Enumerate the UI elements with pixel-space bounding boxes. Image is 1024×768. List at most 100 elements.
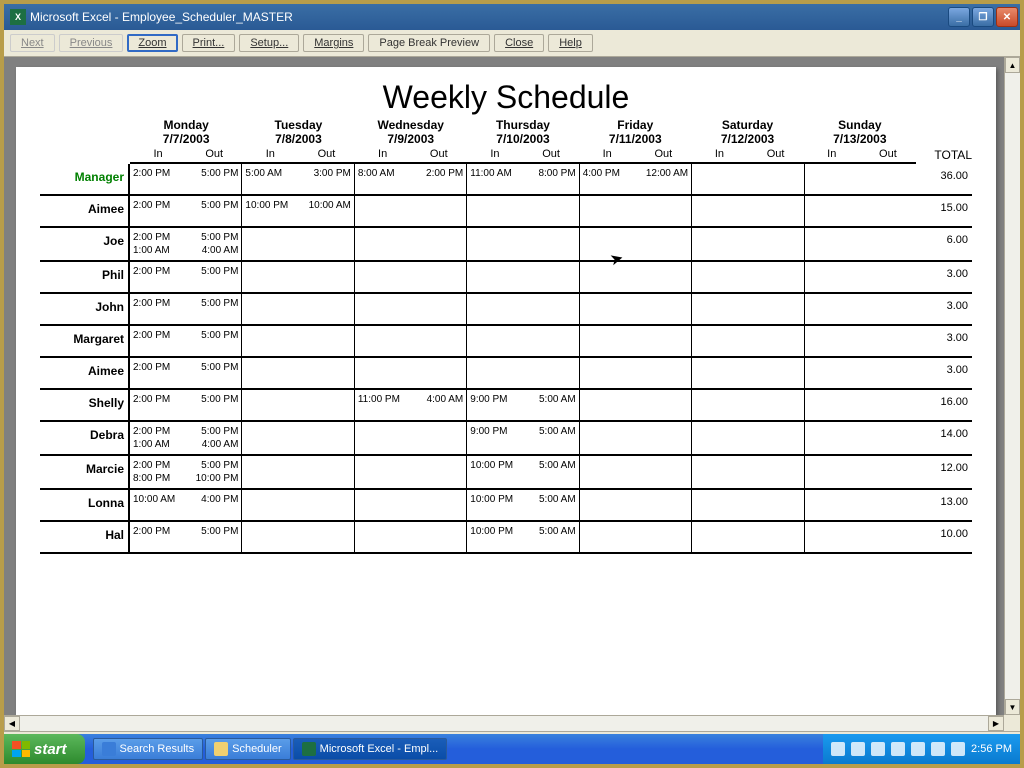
schedule-cell: [580, 196, 692, 226]
taskbar-item-label: Scheduler: [232, 743, 282, 755]
in-out-header: InOut: [467, 146, 579, 162]
schedule-cell: [242, 490, 354, 520]
schedule-cell: [692, 326, 804, 356]
schedule-cell: 2:00 PM5:00 PM1:00 AM4:00 AM: [130, 422, 242, 454]
day-header: Sunday7/13/2003: [804, 118, 916, 146]
schedule-cell: 10:00 PM10:00 AM: [242, 196, 354, 226]
tray-icon[interactable]: [891, 742, 905, 756]
schedule-cell: [355, 196, 467, 226]
tray-icon[interactable]: [931, 742, 945, 756]
schedule-cell: [355, 262, 467, 292]
window-titlebar: X Microsoft Excel - Employee_Scheduler_M…: [4, 4, 1020, 30]
schedule-cell: [242, 326, 354, 356]
schedule-cell: [580, 390, 692, 420]
tray-icon[interactable]: [831, 742, 845, 756]
vertical-scrollbar[interactable]: ▲ ▼: [1004, 57, 1020, 715]
shift-entry: 8:00 PM10:00 PM: [133, 473, 238, 484]
employee-row: Aimee2:00 PM5:00 PM 10:00 PM10:00 AM 15.00: [40, 196, 972, 228]
shift-entry: 1:00 AM4:00 AM: [133, 245, 238, 256]
system-tray[interactable]: 2:56 PM: [823, 734, 1020, 764]
margins-button[interactable]: Margins: [303, 34, 364, 52]
schedule-cell: 2:00 PM5:00 PM: [130, 326, 242, 356]
employee-row: Lonna10:00 AM4:00 PM10:00 PM5:00 AM13.00: [40, 490, 972, 522]
in-out-header: InOut: [691, 146, 803, 162]
schedule-cell: 2:00 PM5:00 PM: [130, 294, 242, 324]
help-button[interactable]: Help: [548, 34, 593, 52]
tray-icon[interactable]: [951, 742, 965, 756]
scroll-left-icon[interactable]: ◀: [4, 716, 20, 731]
schedule-cell: 11:00 AM8:00 PM: [467, 164, 579, 194]
scroll-up-icon[interactable]: ▲: [1005, 57, 1020, 73]
employee-name: John: [40, 294, 130, 324]
schedule-cell: [805, 456, 916, 488]
previous-button[interactable]: Previous: [59, 34, 124, 52]
schedule-cell: [580, 522, 692, 552]
shift-entry: 5:00 AM3:00 PM: [245, 168, 350, 179]
employee-name: Marcie: [40, 456, 130, 488]
employee-row: Joe2:00 PM5:00 PM1:00 AM4:00 AM6.00: [40, 228, 972, 262]
employee-name: Aimee: [40, 196, 130, 226]
schedule-cell: [467, 262, 579, 292]
minimize-button[interactable]: _: [948, 7, 970, 27]
schedule-cell: [805, 262, 916, 292]
employee-total: 16.00: [916, 390, 972, 420]
day-header: Thursday7/10/2003: [467, 118, 579, 146]
schedule-cell: [692, 490, 804, 520]
employee-row: Manager2:00 PM5:00 PM5:00 AM3:00 PM8:00 …: [40, 164, 972, 196]
page-break-preview-button[interactable]: Page Break Preview: [368, 34, 490, 52]
tray-icon[interactable]: [871, 742, 885, 756]
schedule-cell: [355, 522, 467, 552]
scroll-right-icon[interactable]: ▶: [988, 716, 1004, 731]
tray-icon[interactable]: [851, 742, 865, 756]
horizontal-scrollbar[interactable]: ◀ ▶: [4, 715, 1004, 731]
close-button[interactable]: ✕: [996, 7, 1018, 27]
schedule-cell: [355, 228, 467, 260]
folder-icon: [214, 742, 228, 756]
tray-icon[interactable]: [911, 742, 925, 756]
schedule-cell: [242, 390, 354, 420]
print-button[interactable]: Print...: [182, 34, 236, 52]
shift-entry: 8:00 AM2:00 PM: [358, 168, 463, 179]
shift-entry: 2:00 PM5:00 PM: [133, 200, 238, 211]
schedule-cell: [692, 196, 804, 226]
employee-total: 15.00: [916, 196, 972, 226]
schedule-cell: [355, 358, 467, 388]
maximize-button[interactable]: ❐: [972, 7, 994, 27]
employee-row: Marcie2:00 PM5:00 PM 8:00 PM10:00 PM 10:00…: [40, 456, 972, 490]
employee-total: 36.00: [916, 164, 972, 194]
taskbar-item[interactable]: Microsoft Excel - Empl...: [293, 738, 448, 760]
scroll-down-icon[interactable]: ▼: [1005, 699, 1020, 715]
ie-icon: [102, 742, 116, 756]
schedule-cell: [355, 326, 467, 356]
schedule-cell: [355, 490, 467, 520]
schedule-cell: 8:00 AM2:00 PM: [355, 164, 467, 194]
zoom-button[interactable]: Zoom: [127, 34, 177, 52]
schedule-cell: [805, 390, 916, 420]
schedule-cell: [692, 456, 804, 488]
schedule-cell: [692, 522, 804, 552]
taskbar-item[interactable]: Search Results: [93, 738, 204, 760]
setup-button[interactable]: Setup...: [239, 34, 299, 52]
close-preview-button[interactable]: Close: [494, 34, 544, 52]
schedule-cell: [242, 358, 354, 388]
shift-entry: 2:00 PM5:00 PM: [133, 460, 238, 471]
schedule-cell: 2:00 PM5:00 PM: [130, 196, 242, 226]
day-header: Monday7/7/2003: [130, 118, 242, 146]
employee-row: Shelly2:00 PM5:00 PM11:00 PM4:00 AM9:00 …: [40, 390, 972, 422]
schedule-cell: 10:00 PM5:00 AM: [467, 456, 579, 488]
excel-icon: [302, 742, 316, 756]
taskbar-item[interactable]: Scheduler: [205, 738, 291, 760]
shift-entry: 1:00 AM4:00 AM: [133, 439, 238, 450]
schedule-cell: [692, 294, 804, 324]
day-header: Saturday7/12/2003: [691, 118, 803, 146]
schedule-cell: 2:00 PM5:00 PM: [130, 358, 242, 388]
employee-total: 3.00: [916, 294, 972, 324]
start-button[interactable]: start: [4, 734, 85, 764]
employee-row: Aimee2:00 PM5:00 PM3.00: [40, 358, 972, 390]
next-button[interactable]: Next: [10, 34, 55, 52]
in-out-header: InOut: [804, 146, 916, 162]
employee-name: Aimee: [40, 358, 130, 388]
employee-total: 12.00: [916, 456, 972, 488]
schedule-cell: [692, 164, 804, 194]
taskbar-item-label: Search Results: [120, 743, 195, 755]
